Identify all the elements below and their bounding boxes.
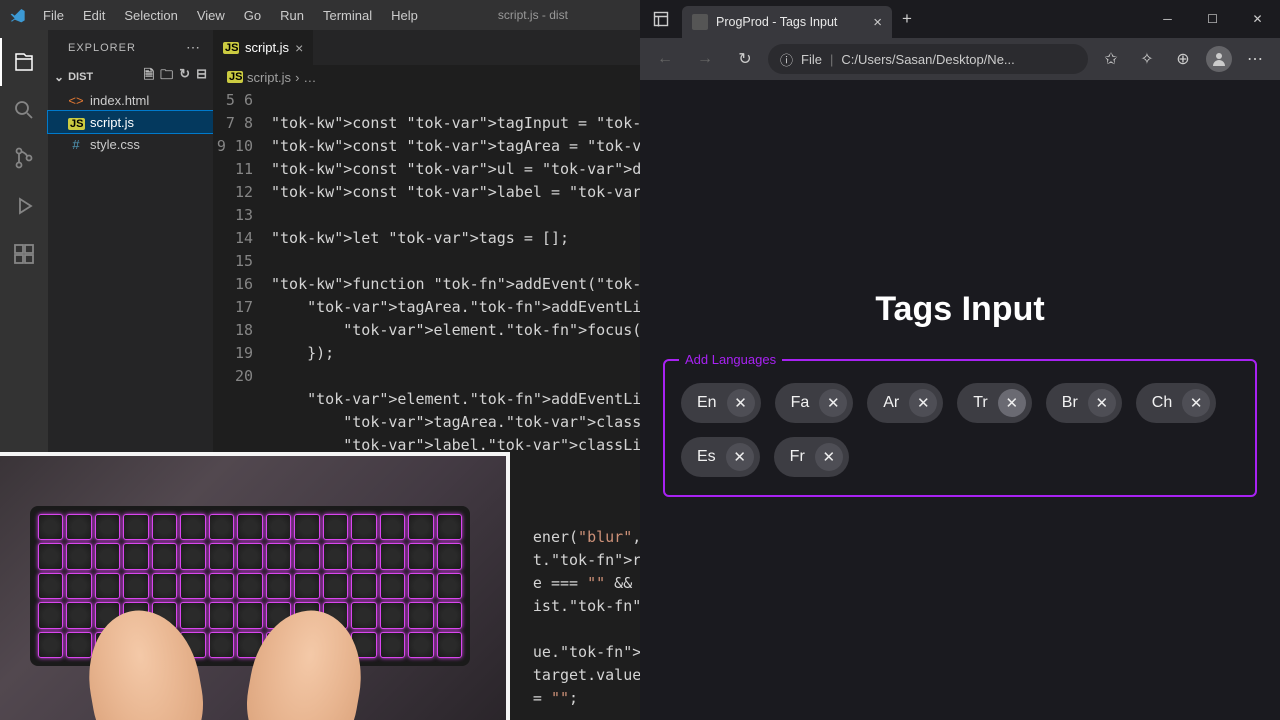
new-file-icon[interactable]: 🗎	[144, 66, 154, 88]
new-tab-button[interactable]: +	[892, 9, 922, 29]
tag-remove-icon[interactable]: ✕	[1088, 389, 1116, 417]
tab-title: ProgProd - Tags Input	[716, 15, 837, 29]
menu-file[interactable]: File	[35, 4, 72, 27]
tag-chip: En ✕	[681, 383, 761, 423]
browser-tab[interactable]: ProgProd - Tags Input ×	[682, 6, 892, 38]
tag-remove-icon[interactable]: ✕	[727, 389, 755, 417]
extensions-icon[interactable]	[0, 230, 48, 278]
js-icon: JS	[227, 71, 243, 83]
tag-chip: Fr ✕	[774, 437, 849, 477]
new-folder-icon[interactable]: 🗀	[160, 66, 173, 88]
folder-name: DIST	[68, 71, 93, 83]
tag-remove-icon[interactable]: ✕	[815, 443, 843, 471]
profile-avatar[interactable]	[1202, 44, 1236, 74]
tag-label: Tr	[973, 394, 988, 412]
refresh-icon[interactable]: ↻	[179, 66, 190, 88]
page-title: Tags Input	[875, 290, 1044, 329]
editor-tabs: JS script.js ×	[213, 30, 640, 65]
tag-chip: Ar ✕	[867, 383, 943, 423]
tag-chip: Br ✕	[1046, 383, 1122, 423]
tag-label: Br	[1062, 394, 1078, 412]
browser-window: ProgProd - Tags Input × + ─ ☐ ✕ ← → ↻ ⓘ …	[640, 0, 1280, 720]
file-item[interactable]: #style.css	[48, 133, 213, 155]
menu-edit[interactable]: Edit	[75, 4, 113, 27]
tag-chip: Tr ✕	[957, 383, 1032, 423]
css-icon: #	[68, 137, 84, 152]
tab-filename: script.js	[245, 40, 289, 55]
tag-remove-icon[interactable]: ✕	[819, 389, 847, 417]
url-path: C:/Users/Sasan/Desktop/Ne...	[841, 52, 1014, 67]
favorites-bar-icon[interactable]: ✧	[1130, 44, 1164, 74]
tag-label: En	[697, 394, 717, 412]
tag-area[interactable]: Add Languages En✕Fa✕Ar✕Tr✕Br✕Ch✕Es✕Fr✕	[663, 359, 1257, 497]
address-bar: ← → ↻ ⓘ File | C:/Users/Sasan/Desktop/Ne…	[640, 38, 1280, 80]
tag-remove-icon[interactable]: ✕	[1182, 389, 1210, 417]
favorite-icon[interactable]: ✩	[1094, 44, 1128, 74]
tag-label: Fr	[790, 448, 805, 466]
explorer-icon[interactable]	[0, 38, 48, 86]
folder-header[interactable]: ⌄ DIST 🗎 🗀 ↻ ⊟	[48, 65, 213, 89]
tag-area-label: Add Languages	[679, 352, 782, 367]
file-item[interactable]: JSscript.js	[48, 111, 213, 133]
debug-icon[interactable]	[0, 182, 48, 230]
maximize-icon[interactable]: ☐	[1190, 3, 1235, 35]
tag-label: Es	[697, 448, 716, 466]
collapse-icon[interactable]: ⊟	[196, 66, 207, 88]
file-item[interactable]: <>index.html	[48, 89, 213, 111]
search-icon[interactable]	[0, 86, 48, 134]
tag-chip: Fa ✕	[775, 383, 854, 423]
js-icon: JS	[68, 115, 84, 130]
tag-remove-icon[interactable]: ✕	[998, 389, 1026, 417]
collections-icon[interactable]: ⊕	[1166, 44, 1200, 74]
tag-remove-icon[interactable]: ✕	[909, 389, 937, 417]
tag-label: Fa	[791, 394, 810, 412]
menu-view[interactable]: View	[189, 4, 233, 27]
menu-run[interactable]: Run	[272, 4, 312, 27]
info-icon: ⓘ	[780, 50, 793, 69]
tag-label: Ch	[1152, 394, 1172, 412]
explorer-more-icon[interactable]: ⋯	[186, 39, 201, 56]
tag-label: Ar	[883, 394, 899, 412]
reload-icon[interactable]: ↻	[728, 44, 762, 74]
minimize-icon[interactable]: ─	[1145, 3, 1190, 35]
close-icon[interactable]: ×	[295, 40, 303, 56]
vscode-window-title: script.js - dist	[426, 8, 640, 22]
browser-titlebar: ProgProd - Tags Input × + ─ ☐ ✕	[640, 0, 1280, 38]
tag-chip: Ch ✕	[1136, 383, 1216, 423]
folder-actions: 🗎 🗀 ↻ ⊟	[144, 66, 207, 88]
explorer-title: EXPLORER	[68, 42, 136, 54]
chevron-down-icon: ⌄	[54, 70, 64, 84]
webcam-overlay	[0, 452, 510, 720]
menu-selection[interactable]: Selection	[116, 4, 185, 27]
menu-go[interactable]: Go	[236, 4, 269, 27]
breadcrumb[interactable]: JS script.js › …	[213, 65, 640, 89]
tag-remove-icon[interactable]: ✕	[726, 443, 754, 471]
close-icon[interactable]: ×	[873, 14, 882, 31]
vscode-window: FileEditSelectionViewGoRunTerminalHelp s…	[0, 0, 640, 720]
vscode-titlebar: FileEditSelectionViewGoRunTerminalHelp s…	[0, 0, 640, 30]
vscode-menubar: FileEditSelectionViewGoRunTerminalHelp	[35, 4, 426, 27]
menu-terminal[interactable]: Terminal	[315, 4, 380, 27]
back-icon[interactable]: ←	[648, 44, 682, 74]
tag-chip: Es ✕	[681, 437, 760, 477]
js-icon: JS	[223, 42, 239, 54]
url-input[interactable]: ⓘ File | C:/Users/Sasan/Desktop/Ne...	[768, 44, 1088, 74]
vscode-logo-icon	[0, 7, 35, 23]
more-icon[interactable]: ⋯	[1238, 44, 1272, 74]
page-content: Tags Input Add Languages En ✕ Fa ✕ Ar ✕ Tr ✕ Br ✕…	[640, 80, 1280, 720]
source-control-icon[interactable]	[0, 134, 48, 182]
html-icon: <>	[68, 93, 84, 108]
editor-tab[interactable]: JS script.js ×	[213, 30, 314, 65]
forward-icon[interactable]: →	[688, 44, 722, 74]
app-menu-icon[interactable]	[640, 11, 682, 27]
close-icon[interactable]: ✕	[1235, 3, 1280, 35]
page-favicon-icon	[692, 14, 708, 30]
menu-help[interactable]: Help	[383, 4, 426, 27]
